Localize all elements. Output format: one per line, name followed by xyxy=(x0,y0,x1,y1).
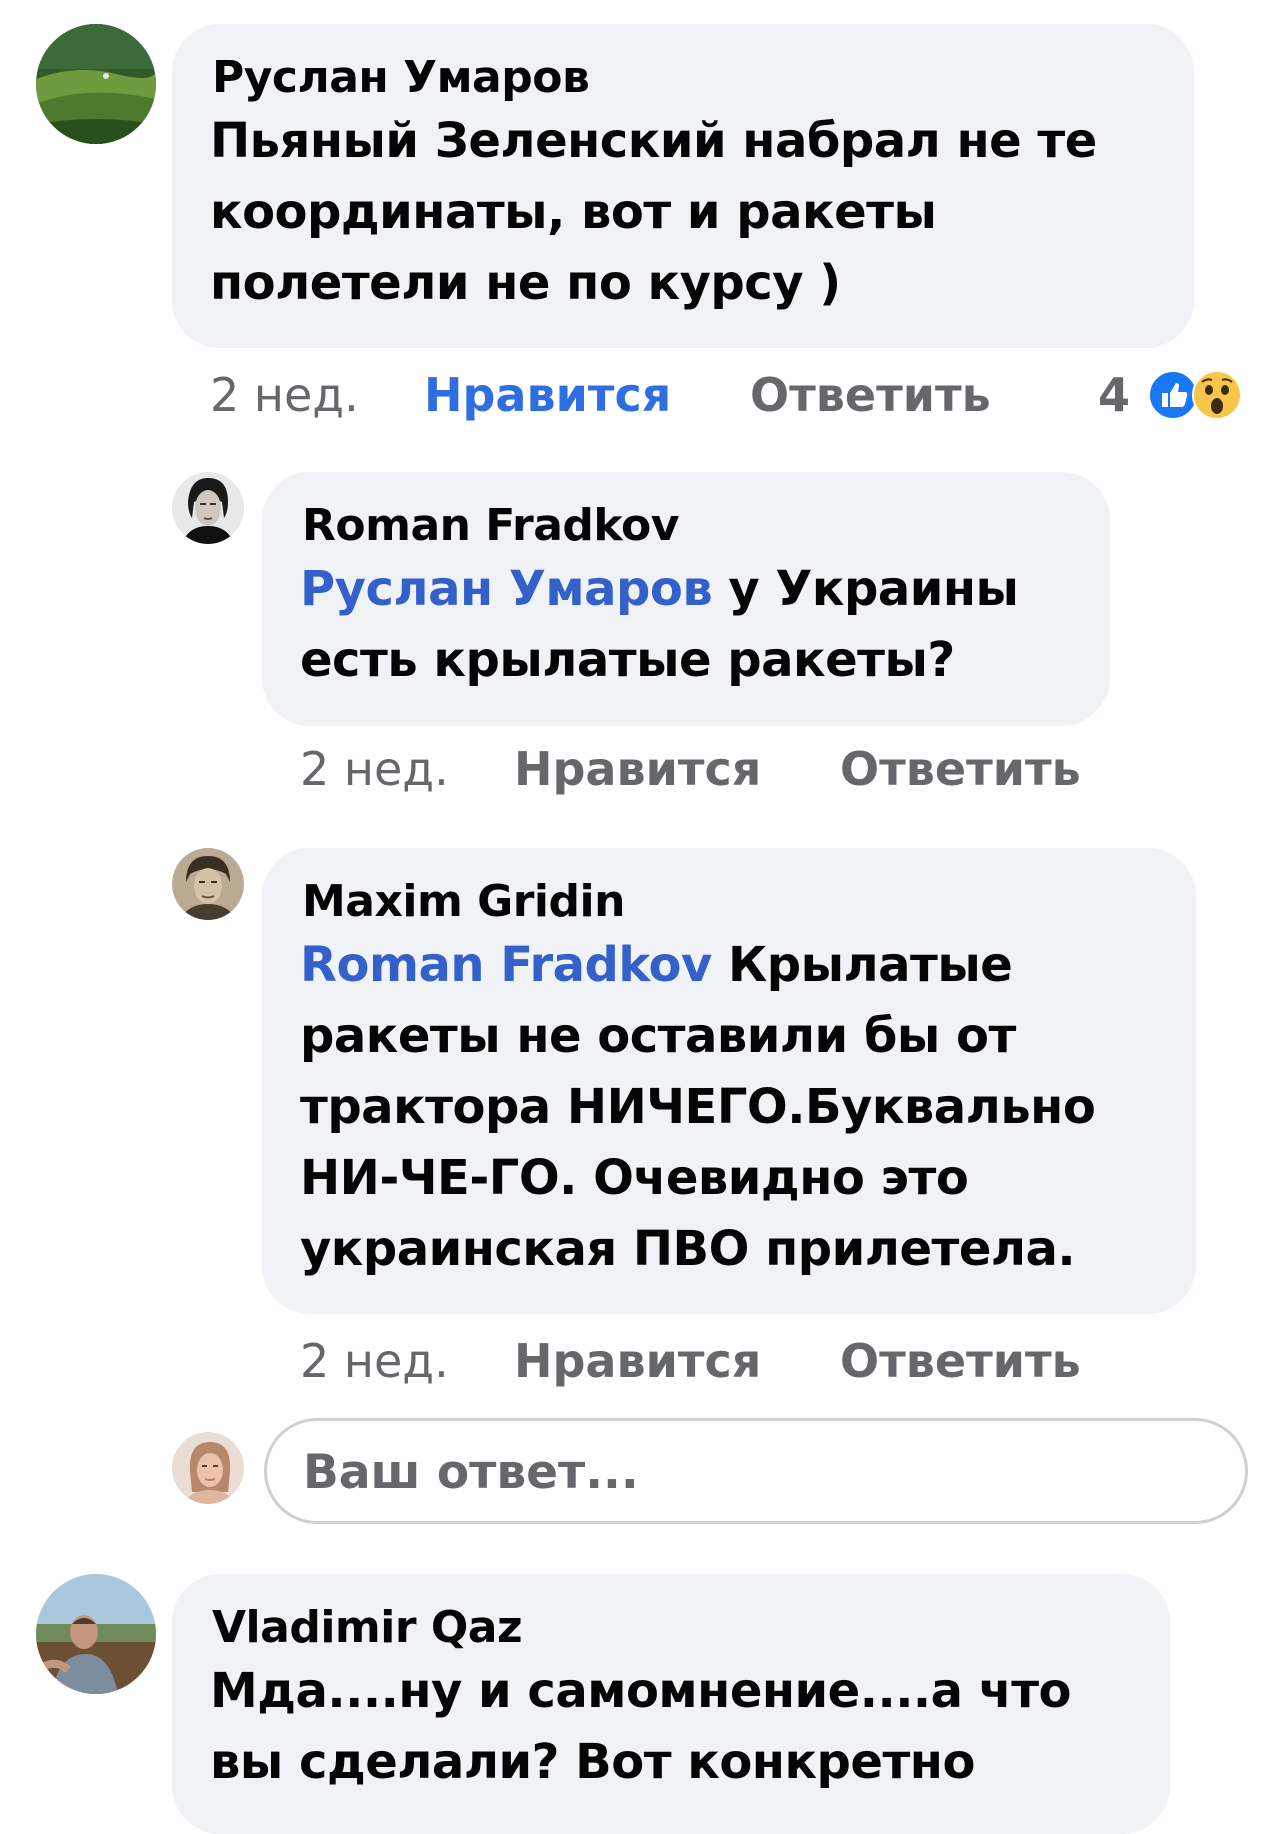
comment-actions: 2 нед. Нравится Ответить xyxy=(300,742,1200,802)
like-button[interactable]: Нравится xyxy=(514,1334,761,1388)
comment-author[interactable]: Roman Fradkov xyxy=(302,500,679,551)
comment-timestamp[interactable]: 2 нед. xyxy=(300,742,449,796)
avatar[interactable] xyxy=(36,24,156,144)
like-button[interactable]: Нравится xyxy=(514,742,761,796)
mention-link[interactable]: Руслан Умаров xyxy=(300,561,713,617)
like-button[interactable]: Нравится xyxy=(424,368,671,422)
reply-button[interactable]: Ответить xyxy=(840,742,1081,796)
reply-button[interactable]: Ответить xyxy=(840,1334,1081,1388)
comment-timestamp[interactable]: 2 нед. xyxy=(210,368,359,422)
comment-text-line: вы сделали? Вот конкретно xyxy=(210,1734,975,1790)
reply-button[interactable]: Ответить xyxy=(750,368,991,422)
comment-text-line: трактора НИЧЕГО.Буквально xyxy=(300,1079,1096,1135)
avatar[interactable] xyxy=(172,848,244,920)
comment-timestamp[interactable]: 2 нед. xyxy=(300,1334,449,1388)
comment-bubble: Roman Fradkov Руслан Умаров у Украины ес… xyxy=(262,472,1110,726)
mention-link[interactable]: Roman Fradkov xyxy=(300,937,712,993)
comment-text-fragment: Крылатые xyxy=(711,937,1013,993)
comment-author[interactable]: Vladimir Qaz xyxy=(212,1602,523,1653)
comment-bubble: Maxim Gridin Roman Fradkov Крылатые раке… xyxy=(262,848,1196,1314)
comment-text-line: НИ-ЧЕ-ГО. Очевидно это xyxy=(300,1150,969,1206)
comment-text-line: ракеты не оставили бы от xyxy=(300,1008,1016,1064)
comment-author[interactable]: Maxim Gridin xyxy=(302,876,625,927)
current-user-avatar xyxy=(172,1432,244,1504)
comment-text-line: полетели не по курсу ) xyxy=(210,255,841,311)
comment-text-line: украинская ПВО прилетела. xyxy=(300,1221,1076,1277)
comment-actions: 2 нед. Нравится Ответить xyxy=(210,368,1210,428)
comment-text-line: Roman Fradkov Крылатые xyxy=(300,930,1013,1001)
reaction-summary[interactable]: 4 xyxy=(1098,366,1258,426)
comment-text-line: Руслан Умаров у Украины xyxy=(300,554,1019,625)
like-reaction-icon xyxy=(1148,370,1198,420)
comment-text-line: есть крылатые ракеты? xyxy=(300,632,955,688)
reply-input[interactable]: Ваш ответ... xyxy=(264,1418,1248,1524)
comment-text-line: Пьяный Зеленский набрал не те xyxy=(210,113,1097,169)
comment-bubble: Руслан Умаров Пьяный Зеленский набрал не… xyxy=(172,24,1194,348)
comment-text-line: Мда....ну и самомнение....а что xyxy=(210,1663,1072,1719)
wow-reaction-icon xyxy=(1192,370,1242,420)
comment-author[interactable]: Руслан Умаров xyxy=(212,52,590,103)
avatar[interactable] xyxy=(36,1574,156,1694)
comment-text-line: координаты, вот и ракеты xyxy=(210,184,937,240)
comment-actions: 2 нед. Нравится Ответить xyxy=(300,1334,1200,1394)
reaction-count: 4 xyxy=(1098,368,1131,422)
reply-input-placeholder: Ваш ответ... xyxy=(303,1445,639,1500)
avatar[interactable] xyxy=(172,472,244,544)
comment-bubble: Vladimir Qaz Мда....ну и самомнение....а… xyxy=(172,1574,1170,1834)
comment-text-fragment: у Украины xyxy=(712,561,1019,617)
